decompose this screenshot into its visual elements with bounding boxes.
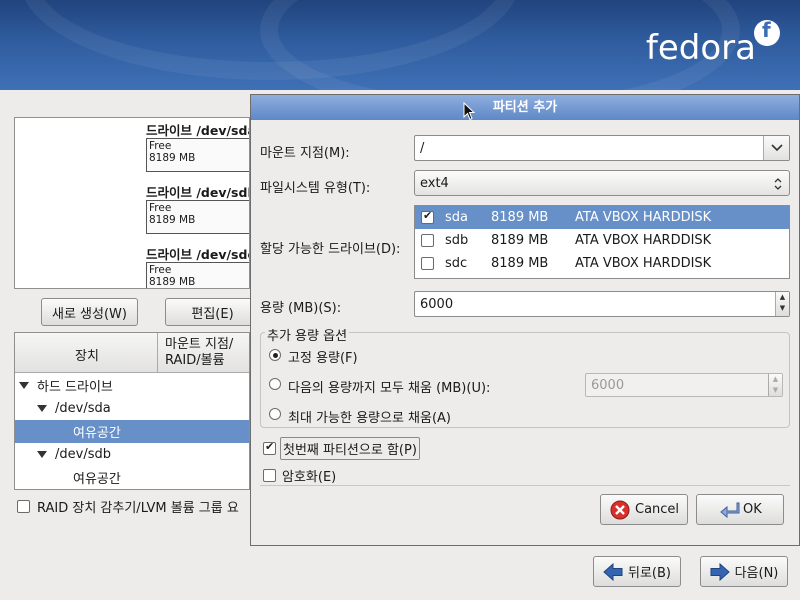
tree-row-label: /dev/sda (55, 401, 111, 416)
drive-free-bar-sda[interactable]: Free 8189 MB (146, 138, 249, 172)
arrow-right-icon (710, 562, 730, 581)
mouse-pointer-icon (463, 102, 475, 121)
fill-max-radio[interactable] (269, 408, 281, 420)
tree-row-label: 여유공간 (73, 472, 121, 487)
tree-row-label: /dev/sdb (55, 447, 111, 462)
free-size: 8189 MB (149, 152, 196, 164)
primary-partition-checkbox[interactable] (263, 440, 276, 455)
add-partition-dialog: 파티션 추가 마운트 지점(M): / 파일시스템 유형(T): ext4 할당… (250, 94, 800, 546)
drive-sdb-checkbox[interactable] (421, 234, 434, 247)
drive-list-row-sda[interactable]: sda 8189 MB ATA VBOX HARDDISK (415, 206, 789, 229)
fill-to-size-value: 6000 (591, 377, 625, 393)
encrypt-checkbox[interactable] (263, 469, 276, 482)
tree-row-sda-free[interactable]: 여유공간 (15, 420, 249, 443)
drives-label: 할당 가능한 드라이브(D): (260, 242, 401, 257)
free-label: Free (149, 264, 172, 276)
options-title: 추가 용량 옵션 (265, 325, 350, 344)
expander-down-icon[interactable] (37, 405, 47, 412)
drive-title-sdb: 드라이브 /dev/sdb (146, 185, 250, 200)
cancel-button[interactable]: Cancel (600, 494, 688, 525)
tree-row-sdb-free[interactable]: 여유공간 (15, 466, 249, 489)
mount-point-label: 마운트 지점(M): (260, 146, 350, 161)
fill-max-label: 최대 가능한 용량으로 채움(A) (288, 411, 451, 426)
dialog-separator (260, 485, 790, 486)
chevron-down-icon (771, 144, 783, 152)
column-label-raid: RAID/볼륨 (165, 353, 225, 368)
device-tree[interactable]: 장치 마운트 지점/ RAID/볼륨 하드 드라이브 /dev/sda 여유공간… (14, 332, 250, 490)
drive-name: sdb (445, 233, 469, 248)
drive-model: ATA VBOX HARDDISK (575, 233, 712, 248)
back-button[interactable]: 뒤로(B) (593, 556, 681, 587)
expander-down-icon[interactable] (37, 451, 47, 458)
back-label: 뒤로(B) (628, 566, 671, 581)
fs-type-select[interactable]: ext4 (414, 170, 790, 196)
ok-button[interactable]: OK (696, 494, 784, 525)
create-button[interactable]: 새로 생성(W) (41, 298, 138, 326)
column-header-mount[interactable]: 마운트 지점/ RAID/볼륨 (157, 333, 249, 373)
drive-title-sdc: 드라이브 /dev/sdc (146, 247, 250, 262)
column-label-device: 장치 (75, 349, 99, 364)
edit-button[interactable]: 편집(E) (165, 298, 260, 326)
fs-type-label: 파일시스템 유형(T): (260, 181, 371, 196)
enter-arrow-icon (720, 502, 740, 518)
arrow-left-icon (603, 562, 623, 581)
drive-size: 8189 MB (491, 210, 549, 225)
fill-to-size-label: 다음의 용량까지 모두 채움 (MB)(U): (288, 381, 491, 396)
free-size: 8189 MB (149, 276, 196, 288)
drive-free-bar-sdb[interactable]: Free 8189 MB (146, 200, 249, 234)
fs-type-value: ext4 (420, 175, 449, 191)
drive-free-bar-sdc[interactable]: Free 8189 MB (146, 262, 249, 288)
drive-name: sdc (445, 256, 468, 271)
cancel-label: Cancel (635, 502, 680, 517)
column-label-mount: 마운트 지점/ (165, 337, 234, 352)
expander-down-icon[interactable] (19, 382, 29, 389)
tree-row-sdb[interactable]: /dev/sdb (15, 443, 249, 466)
drive-model: ATA VBOX HARDDISK (575, 256, 712, 271)
fill-to-size-spinbox[interactable]: 6000 ▲ ▼ (585, 373, 783, 397)
fill-to-spin-buttons[interactable]: ▲ ▼ (768, 374, 782, 396)
fill-to-size-radio[interactable] (269, 378, 281, 390)
mount-point-value: / (420, 140, 425, 156)
drive-list[interactable]: sda 8189 MB ATA VBOX HARDDISK sdb 8189 M… (414, 205, 790, 279)
fedora-logo-icon (754, 18, 780, 46)
drive-sda-checkbox[interactable] (421, 209, 434, 224)
tree-row-sda[interactable]: /dev/sda (15, 397, 249, 420)
mount-point-combo[interactable]: / (414, 135, 790, 161)
updown-arrows-icon (774, 178, 782, 190)
tree-row-label: 하드 드라이브 (37, 380, 113, 395)
tree-row-label: 여유공간 (73, 426, 121, 441)
next-button[interactable]: 다음(N) (700, 556, 788, 587)
drive-title-sda: 드라이브 /dev/sda (146, 123, 250, 138)
drives-graph-pane: 드라이브 /dev/sda Free 8189 MB 드라이브 /dev/sdb… (14, 117, 250, 289)
drive-model: ATA VBOX HARDDISK (575, 210, 712, 225)
cancel-icon (610, 500, 630, 519)
fixed-size-radio[interactable] (269, 349, 281, 361)
drive-list-row-sdc[interactable]: sdc 8189 MB ATA VBOX HARDDISK (415, 252, 789, 275)
drive-name: sda (445, 210, 468, 225)
drive-size: 8189 MB (491, 256, 549, 271)
mount-dropdown-button[interactable] (763, 136, 789, 160)
dialog-title: 파티션 추가 (251, 95, 799, 120)
fedora-logo-text: fedora (645, 28, 756, 68)
free-label: Free (149, 140, 172, 152)
encrypt-label: 암호화(E) (282, 470, 337, 485)
hide-raid-label: RAID 장치 감추기/LVM 볼륨 그룹 요 (37, 501, 239, 516)
drive-size: 8189 MB (491, 233, 549, 248)
column-header-device[interactable]: 장치 (15, 333, 157, 373)
ok-label: OK (743, 502, 762, 517)
fixed-size-label: 고정 용량(F) (288, 351, 358, 366)
primary-partition-label[interactable]: 첫번째 파티션으로 함(P) (280, 437, 420, 460)
size-spinbox[interactable]: 6000 ▲ ▼ (414, 291, 790, 317)
hide-raid-checkbox[interactable] (17, 500, 30, 513)
next-label: 다음(N) (734, 566, 779, 581)
size-label: 용량 (MB)(S): (260, 301, 342, 316)
free-size: 8189 MB (149, 214, 196, 226)
drive-sdc-checkbox[interactable] (421, 257, 434, 270)
tree-row-hard-drives[interactable]: 하드 드라이브 (15, 374, 249, 397)
drive-list-row-sdb[interactable]: sdb 8189 MB ATA VBOX HARDDISK (415, 229, 789, 252)
size-value: 6000 (420, 296, 454, 312)
size-spin-buttons[interactable]: ▲ ▼ (775, 292, 789, 316)
free-label: Free (149, 202, 172, 214)
